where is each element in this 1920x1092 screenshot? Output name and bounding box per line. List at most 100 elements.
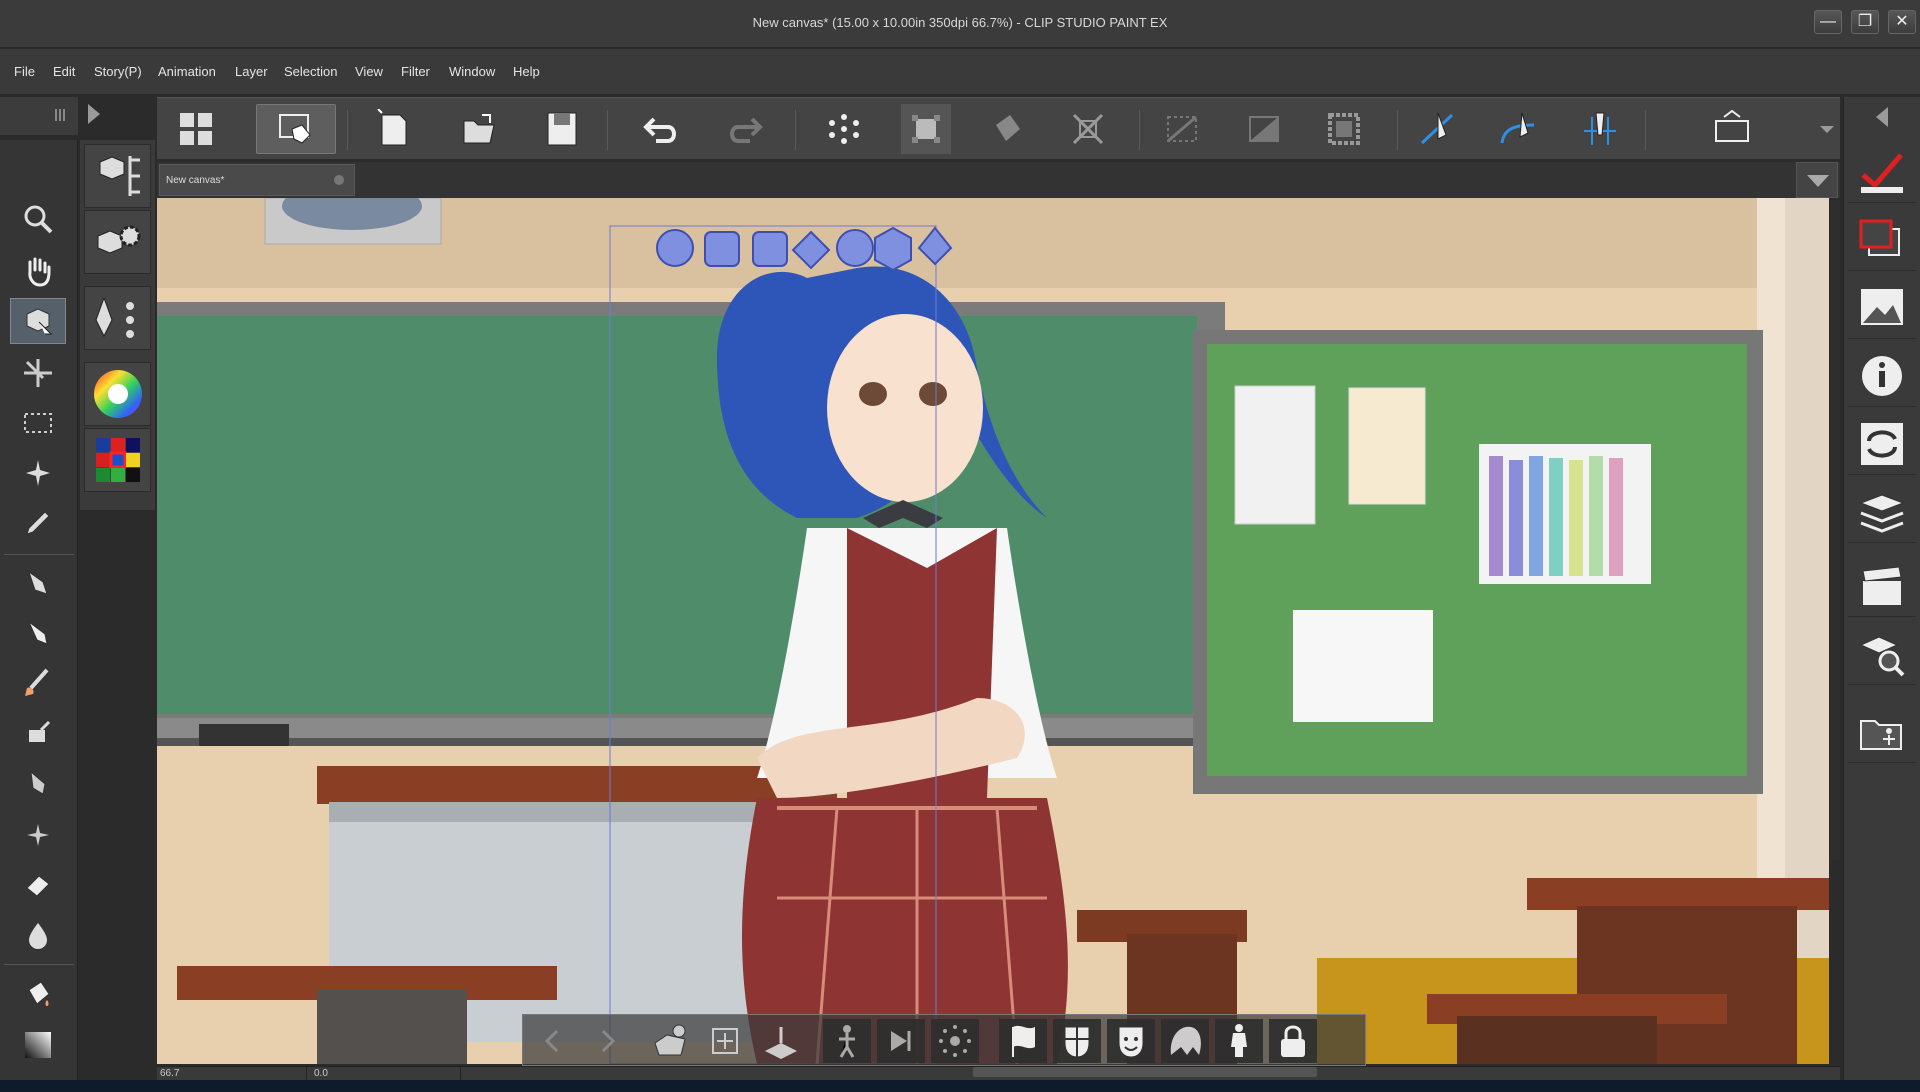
object-cube-icon xyxy=(26,308,53,335)
clip-studio-button[interactable] xyxy=(256,104,336,154)
sub-tool-detail[interactable] xyxy=(84,286,151,350)
pen-list-icon xyxy=(94,296,134,338)
sub-tool-settings[interactable] xyxy=(84,210,151,274)
invert-icon xyxy=(1249,116,1279,142)
undo-button[interactable] xyxy=(637,104,687,154)
canvas-tab[interactable]: New canvas* xyxy=(159,164,355,196)
info-button[interactable] xyxy=(1848,345,1916,407)
fit-to-ground-button[interactable] xyxy=(701,1019,749,1063)
new-canvas-button[interactable] xyxy=(369,104,419,154)
lock-joints-button[interactable] xyxy=(1269,1019,1317,1063)
collapse-left-dock-icon[interactable] xyxy=(84,100,104,128)
material-button[interactable] xyxy=(1848,701,1916,763)
flag-icon xyxy=(1012,1025,1035,1057)
hair-icon xyxy=(1170,1026,1201,1055)
brush-tool[interactable] xyxy=(10,660,66,706)
menu-filter[interactable]: Filter xyxy=(401,64,430,79)
hand-tool[interactable] xyxy=(10,248,66,294)
menu-edit[interactable]: Edit xyxy=(53,64,75,79)
snap-to-grid-button[interactable] xyxy=(1575,104,1625,154)
tool-property-button[interactable] xyxy=(1848,141,1916,203)
collapse-right-dock-icon[interactable] xyxy=(1872,105,1892,129)
layer-property-button[interactable] xyxy=(1848,209,1916,271)
search-layer-button[interactable] xyxy=(1848,623,1916,685)
menu-selection[interactable]: Selection xyxy=(284,64,337,79)
menu-view[interactable]: View xyxy=(355,64,383,79)
sub-tool-object[interactable] xyxy=(84,144,151,208)
auto-select-tool[interactable] xyxy=(10,450,66,496)
airbrush-tool[interactable] xyxy=(10,710,66,756)
fill-tool[interactable] xyxy=(10,972,66,1018)
fountain-pen-icon xyxy=(30,770,46,795)
color-wheel[interactable] xyxy=(84,362,151,426)
menu-story[interactable]: Story(P) xyxy=(94,64,142,79)
color-set[interactable] xyxy=(84,428,151,492)
outfit-button[interactable] xyxy=(1215,1019,1263,1063)
zoom-tool[interactable] xyxy=(10,196,66,242)
body-shape-button[interactable] xyxy=(999,1019,1047,1063)
blur-tool[interactable] xyxy=(10,912,66,958)
frame-panel-icon xyxy=(1715,109,1749,142)
maximize-button[interactable]: ❐ xyxy=(1851,10,1879,34)
menu-animation[interactable]: Animation xyxy=(158,64,216,79)
timeline-button[interactable] xyxy=(1848,555,1916,617)
launcher-prev-button[interactable] xyxy=(529,1019,577,1063)
eraser-tool[interactable] xyxy=(10,862,66,908)
camera-pose-button[interactable] xyxy=(823,1019,871,1063)
cmd-separator xyxy=(607,110,608,150)
grip-icon[interactable] xyxy=(54,107,66,123)
save-button[interactable] xyxy=(537,104,587,154)
workspace-button[interactable] xyxy=(171,104,221,154)
open-object-list-button[interactable] xyxy=(647,1019,695,1063)
invert-selection-button[interactable] xyxy=(1239,104,1289,154)
sync-button[interactable] xyxy=(1848,413,1916,475)
pencil-tool[interactable] xyxy=(10,610,66,656)
menu-file[interactable]: File xyxy=(14,64,35,79)
navigator-button[interactable] xyxy=(1848,277,1916,339)
menu-help[interactable]: Help xyxy=(513,64,540,79)
hairstyle-button[interactable] xyxy=(1161,1019,1209,1063)
menu-layer[interactable]: Layer xyxy=(235,64,268,79)
snap-to-special-ruler-button[interactable] xyxy=(1493,104,1543,154)
face-expression-button[interactable] xyxy=(1107,1019,1155,1063)
gradient-tool[interactable] xyxy=(10,1022,66,1068)
menu-window[interactable]: Window xyxy=(449,64,495,79)
transform-button[interactable] xyxy=(901,104,951,154)
launcher-next-button[interactable] xyxy=(583,1019,631,1063)
clear-button[interactable] xyxy=(819,104,869,154)
droplet-icon xyxy=(29,923,47,949)
canvas-vertical-scrollbar[interactable] xyxy=(1831,200,1840,860)
place-on-ground-button[interactable] xyxy=(757,1019,805,1063)
light-source-button[interactable] xyxy=(931,1019,979,1063)
drawing-canvas[interactable] xyxy=(157,198,1829,1064)
scale-button[interactable] xyxy=(1063,104,1113,154)
move-layer-tool[interactable] xyxy=(10,350,66,396)
window-title: New canvas* (15.00 x 10.00in 350dpi 66.7… xyxy=(752,15,1168,30)
zoom-readout[interactable]: 66.7 xyxy=(157,1067,307,1081)
redo-button[interactable] xyxy=(719,104,769,154)
snap-to-ruler-button[interactable] xyxy=(1413,104,1463,154)
decoration-tool[interactable] xyxy=(10,760,66,806)
rotation-readout[interactable]: 0.0 xyxy=(311,1067,461,1081)
canvas-horizontal-scrollbar[interactable] xyxy=(973,1067,1317,1077)
eyedropper-tool[interactable] xyxy=(10,500,66,546)
minimize-button[interactable]: — xyxy=(1814,10,1842,34)
head-angle-button[interactable] xyxy=(1053,1019,1101,1063)
command-bar-menu-icon[interactable] xyxy=(1817,122,1837,136)
animation-button[interactable] xyxy=(877,1019,925,1063)
tab-list-dropdown[interactable] xyxy=(1796,162,1838,198)
selection-border-button[interactable] xyxy=(1319,104,1369,154)
operation-tool[interactable] xyxy=(10,298,66,344)
folder-figure-icon xyxy=(654,1024,686,1056)
selection-tool[interactable] xyxy=(10,400,66,446)
fill-selection-button[interactable] xyxy=(983,104,1033,154)
pen-tool[interactable] xyxy=(10,560,66,606)
tab-close-icon[interactable] xyxy=(334,175,344,185)
open-button[interactable] xyxy=(455,104,505,154)
edit-panel-button[interactable] xyxy=(1707,104,1757,154)
close-button[interactable]: ✕ xyxy=(1888,10,1916,34)
layer-button[interactable] xyxy=(1848,481,1916,543)
blend-tool[interactable] xyxy=(10,812,66,858)
ground-plane-icon xyxy=(765,1027,797,1059)
clear-outside-button[interactable] xyxy=(1157,104,1207,154)
